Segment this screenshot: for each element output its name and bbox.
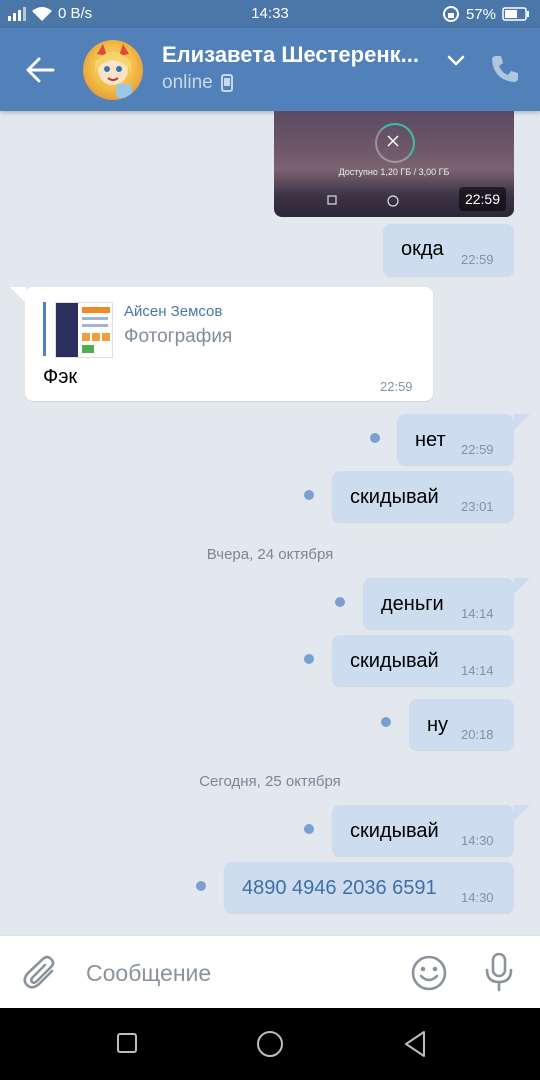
message-text: скидывай bbox=[350, 650, 439, 672]
emoji-icon[interactable] bbox=[410, 954, 448, 992]
message-bubble[interactable]: ну 20:18 bbox=[409, 699, 514, 750]
message-text: деньги bbox=[381, 593, 444, 615]
media-nav-square-icon bbox=[327, 195, 337, 205]
message-text: нет bbox=[415, 429, 446, 451]
close-icon bbox=[387, 135, 399, 147]
avatar-image bbox=[95, 44, 132, 98]
message-bubble[interactable]: скидывай 14:30 bbox=[332, 805, 514, 856]
unread-dot bbox=[381, 717, 391, 727]
bubble-tail bbox=[514, 414, 530, 430]
message-time: 22:59 bbox=[461, 252, 494, 267]
mobile-device-icon bbox=[220, 74, 233, 92]
message-text: окда bbox=[401, 238, 444, 260]
forward-author[interactable]: Айсен Земсов bbox=[124, 303, 222, 320]
online-status: online bbox=[162, 72, 233, 94]
message-composer: Сообщение bbox=[0, 935, 540, 1009]
message-text: скидывай bbox=[350, 486, 439, 508]
message-bubble[interactable]: нет 22:59 bbox=[397, 414, 514, 465]
message-text: скидывай bbox=[350, 820, 439, 842]
bubble-tail bbox=[514, 578, 530, 594]
message-time: 20:18 bbox=[461, 727, 494, 742]
message-time: 14:14 bbox=[461, 663, 494, 678]
battery-percent: 57% bbox=[465, 5, 496, 23]
message-bubble[interactable]: скидывай 14:14 bbox=[332, 635, 514, 686]
chat-title[interactable]: Елизавета Шестеренк... bbox=[162, 42, 432, 68]
message-time: 23:01 bbox=[461, 499, 494, 514]
unread-dot bbox=[304, 824, 314, 834]
message-time: 14:30 bbox=[461, 890, 494, 905]
bubble-tail bbox=[10, 287, 26, 303]
date-divider: Вчера, 24 октября bbox=[206, 546, 334, 563]
unread-dot bbox=[335, 597, 345, 607]
status-bar: 0 B/s 14:33 57% bbox=[0, 0, 540, 28]
battery-icon bbox=[502, 7, 529, 21]
forward-type: Фотография bbox=[124, 326, 233, 347]
forward-bar bbox=[43, 302, 46, 356]
unread-dot bbox=[304, 490, 314, 500]
alarm-lock-icon bbox=[442, 6, 459, 22]
message-time: 22:59 bbox=[380, 379, 413, 394]
phone-icon[interactable] bbox=[488, 52, 522, 86]
message-feed[interactable]: Доступно 1,20 ГБ / 3,00 ГБ 22:59 окда 22… bbox=[0, 111, 540, 935]
message-bubble[interactable]: окда 22:59 bbox=[383, 224, 514, 276]
bubble-tail bbox=[514, 805, 530, 821]
unread-dot bbox=[196, 881, 206, 891]
media-message[interactable]: Доступно 1,20 ГБ / 3,00 ГБ 22:59 bbox=[274, 111, 514, 217]
message-time: 14:30 bbox=[461, 833, 494, 848]
message-bubble[interactable]: 4890 4946 2036 6591 14:30 bbox=[224, 862, 514, 913]
message-text: Фэк bbox=[43, 366, 78, 388]
attach-icon[interactable] bbox=[22, 954, 60, 992]
message-input[interactable]: Сообщение bbox=[86, 960, 211, 987]
media-nav-home-icon bbox=[387, 195, 399, 207]
back-button[interactable] bbox=[14, 46, 66, 94]
unread-dot bbox=[370, 433, 380, 443]
message-bubble[interactable]: деньги 14:14 bbox=[363, 578, 514, 629]
date-divider: Сегодня, 25 октября bbox=[199, 773, 341, 790]
media-time: 22:59 bbox=[458, 187, 506, 211]
card-number-link[interactable]: 4890 4946 2036 6591 bbox=[242, 877, 437, 900]
message-time: 14:14 bbox=[461, 606, 494, 621]
nav-back-icon[interactable] bbox=[402, 1030, 428, 1058]
forward-thumbnail[interactable] bbox=[55, 302, 113, 358]
chevron-down-icon[interactable] bbox=[444, 48, 468, 72]
message-text: ну bbox=[427, 714, 449, 736]
unread-dot bbox=[304, 654, 314, 664]
back-arrow-icon bbox=[26, 57, 55, 83]
mic-icon[interactable] bbox=[480, 952, 518, 992]
media-caption: Доступно 1,20 ГБ / 3,00 ГБ bbox=[338, 167, 450, 177]
nav-square-icon[interactable] bbox=[116, 1032, 138, 1054]
chat-header: Елизавета Шестеренк... online bbox=[0, 28, 540, 111]
system-navigation-bar bbox=[0, 1008, 540, 1080]
nav-home-icon[interactable] bbox=[256, 1030, 284, 1058]
message-bubble[interactable]: скидывай 23:01 bbox=[332, 471, 514, 522]
message-time: 22:59 bbox=[461, 442, 494, 457]
avatar[interactable] bbox=[83, 40, 143, 100]
online-status-text: online bbox=[162, 72, 213, 93]
forward-photo-image bbox=[56, 303, 110, 357]
